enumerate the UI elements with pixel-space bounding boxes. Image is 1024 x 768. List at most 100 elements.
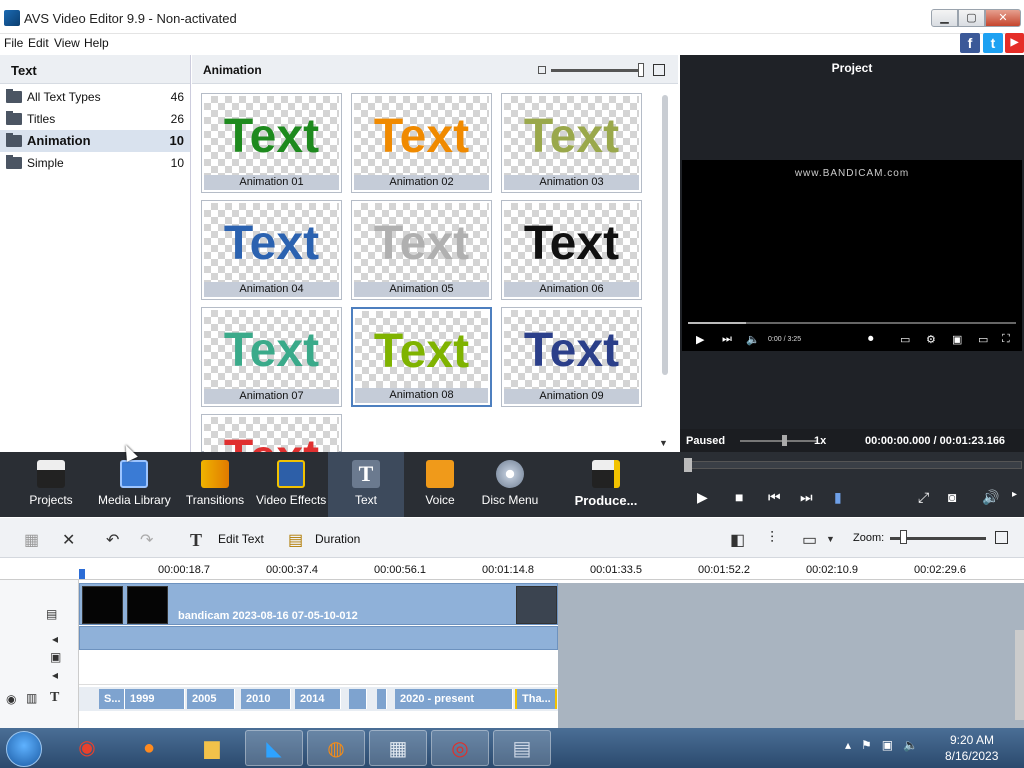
facebook-icon[interactable]: f [960,33,980,53]
duration-button[interactable]: Duration [315,532,360,546]
gallery-scrollbar[interactable] [662,95,668,375]
bandicam-icon[interactable]: ◎ [431,730,489,766]
youtube-icon[interactable]: ▶ [1005,33,1024,53]
edit-text-button[interactable]: Edit Text [218,532,264,546]
clock-date[interactable]: 8/16/2023 [945,749,998,763]
effect-tile[interactable]: Text Animation 06 [501,200,642,300]
split-icon[interactable]: ◧ [730,530,745,550]
text-clip[interactable]: 2005 [187,689,235,709]
chrome-icon[interactable]: ◉ [58,730,116,766]
zoom-fit-icon[interactable] [995,531,1008,544]
embedded-theater-icon[interactable]: ▭ [978,333,988,346]
embedded-settings-icon[interactable]: ⚙ [926,333,936,346]
stop-icon[interactable]: ■ [735,489,743,505]
effect-tile[interactable]: Text Animation 01 [201,93,342,193]
play-icon[interactable]: ▶ [697,489,708,506]
menu-file[interactable]: File [4,36,23,50]
audio-clip[interactable] [79,626,558,650]
effect-tile[interactable]: Text Animation 07 [201,307,342,407]
menu-help[interactable]: Help [84,36,109,50]
twitter-icon[interactable]: t [983,33,1003,53]
text-clip[interactable]: S... [99,689,125,709]
text-clip[interactable]: 2020 - present [395,689,513,709]
effect-tile[interactable]: Text Animation 03 [501,93,642,193]
text-clip[interactable] [349,689,367,709]
embedded-fullscreen-icon[interactable]: ⛶ [1002,333,1010,346]
video-preview[interactable]: www.BANDICAM.com ▶ ⏭ 🔈 0:00 / 3:25 ⏺ ▭ ⚙… [682,160,1022,351]
lock-icon[interactable]: ▥ [26,691,37,705]
embedded-captions-icon[interactable]: ▭ [900,333,910,346]
system-tray-icons[interactable]: ▴ ⚑ ▣ 🔈 [845,738,918,752]
effect-tile[interactable]: Text Animation 09 [501,307,642,407]
text-clip[interactable]: 2010 [241,689,291,709]
volume-icon[interactable]: 🔊 [982,489,999,506]
next-frame-icon[interactable]: ⏭ [800,489,813,506]
effect-tile[interactable]: Text Animation 05 [351,200,492,300]
video-clip[interactable]: bandicam 2023-08-16 07-05-10-012 [79,583,558,625]
file-explorer-icon[interactable]: ▆ [183,730,241,766]
timeline-ruler[interactable]: 00:00:18.7 00:00:37.4 00:00:56.1 00:01:14.8… [0,558,1024,580]
avs-video-editor-icon[interactable]: ▤ [493,730,551,766]
more-options-icon[interactable]: ▸ [1012,489,1017,500]
mark-icon[interactable]: ▮ [834,489,842,506]
minimize-button[interactable]: ▁ [931,9,958,27]
effects-track-row[interactable] [79,651,558,685]
scroll-down-icon[interactable]: ▼ [659,438,668,448]
embedded-play-icon[interactable]: ▶ [696,333,704,346]
text-button[interactable]: T Text [328,452,404,517]
clock-time[interactable]: 9:20 AM [950,733,994,747]
projects-button[interactable]: Projects [22,452,80,517]
undo-icon[interactable]: ↶ [106,530,119,550]
thumb-size-large-icon[interactable] [653,64,665,76]
maximize-button[interactable]: ▢ [958,9,985,27]
aspect-dropdown-icon[interactable]: ▼ [826,534,835,544]
category-item[interactable]: Titles 26 [0,108,190,130]
disc-menu-button[interactable]: Disc Menu [480,452,540,517]
edit-text-icon[interactable]: T [190,530,202,551]
player-seek-handle[interactable] [684,458,692,472]
embedded-miniplayer-icon[interactable]: ▣ [952,333,962,346]
timeline-zoom-handle[interactable] [900,530,907,544]
speed-slider-handle[interactable] [782,435,787,446]
close-button[interactable]: ✕ [985,9,1021,27]
audio-mixer-icon[interactable]: ⫶ [770,530,774,548]
thumb-size-small-icon[interactable] [538,66,546,74]
snapshot-icon[interactable]: ◙ [948,489,956,505]
visibility-eye-icon[interactable]: ◉ [6,692,16,706]
effect-tile[interactable]: Text Animation 02 [351,93,492,193]
embedded-autoplay-icon[interactable]: ⏺ [868,333,874,346]
effect-tile[interactable]: Text Animation 08 [351,307,492,407]
timeline-scrollbar[interactable] [1015,630,1024,720]
text-clip[interactable] [377,689,387,709]
menu-view[interactable]: View [54,36,80,50]
thumb-size-slider[interactable] [551,69,641,72]
produce-button[interactable]: Produce... [568,452,644,517]
category-item[interactable]: Simple 10 [0,152,190,174]
duration-icon[interactable]: ▤ [288,530,303,550]
previous-frame-icon[interactable]: ⏮ [768,489,781,506]
media-library-button[interactable]: Media Library [98,452,171,517]
text-clip[interactable]: 2014 [295,689,341,709]
effect-tile[interactable]: Text [201,414,342,453]
embedded-volume-icon[interactable]: 🔈 [746,333,760,346]
effect-tile[interactable]: Text Animation 04 [201,200,342,300]
timeline-empty-area[interactable] [558,650,1024,728]
delete-icon[interactable]: ✕ [62,530,75,550]
thumb-size-slider-handle[interactable] [638,63,644,77]
kinemaster-icon[interactable]: ◣ [245,730,303,766]
category-item[interactable]: All Text Types 46 [0,86,190,108]
playhead-marker[interactable] [79,569,85,579]
player-seek-bar[interactable] [684,461,1022,469]
transitions-button[interactable]: Transitions [184,452,246,517]
start-button[interactable] [6,731,42,767]
aspect-ratio-icon[interactable]: ▭ [802,530,817,550]
firefox-icon[interactable]: ● [120,730,178,766]
timeline-empty-area[interactable] [558,583,1024,650]
speed-slider[interactable] [740,440,818,442]
voice-button[interactable]: Voice [412,452,468,517]
video-effects-button[interactable]: Video Effects [256,452,326,517]
redo-icon[interactable]: ↷ [140,530,153,550]
text-clip[interactable]: 1999 [125,689,185,709]
tipard-icon[interactable]: ◍ [307,730,365,766]
category-item[interactable]: Animation 10 [0,130,190,152]
